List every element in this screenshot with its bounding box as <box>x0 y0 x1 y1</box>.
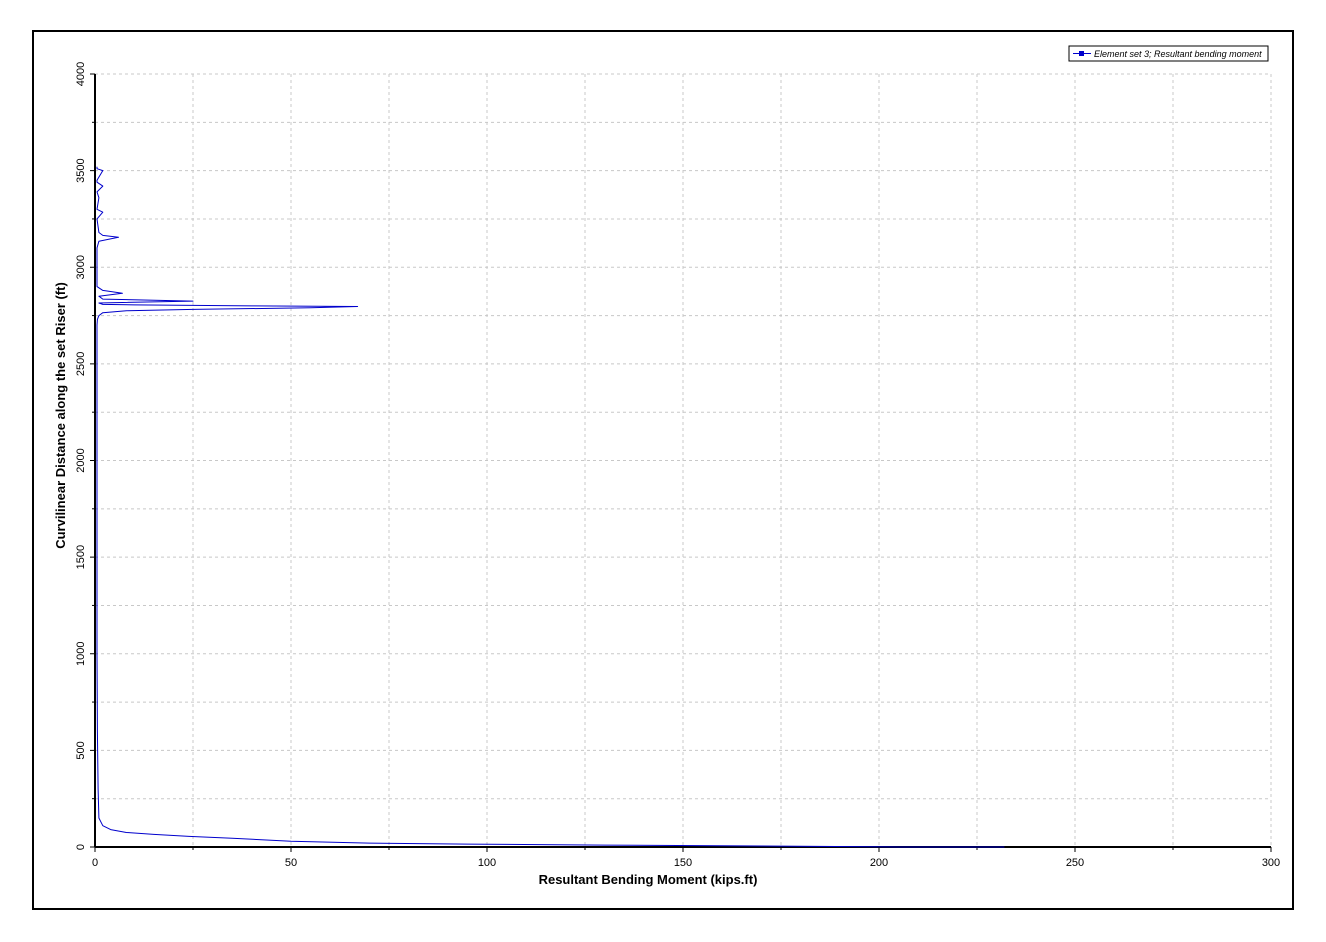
x-tick-label: 50 <box>285 857 297 869</box>
series-line <box>96 166 1005 848</box>
y-tick-label: 2000 <box>75 448 87 472</box>
x-tick-label: 250 <box>1066 857 1084 869</box>
x-tick-label: 300 <box>1262 857 1280 869</box>
y-axis-title: Curvilinear Distance along the set Riser… <box>53 282 68 549</box>
y-tick-label: 4000 <box>75 62 87 86</box>
x-tick-label: 0 <box>92 857 98 869</box>
chart-frame: 0 50 100 150 200 250 300 0 500 1000 1500 2000 2500 30… <box>32 30 1294 910</box>
y-tick-label: 2500 <box>75 352 87 376</box>
legend-label: Element set 3; Resultant bending moment <box>1094 49 1262 59</box>
y-tick-label: 3000 <box>75 255 87 279</box>
legend-marker <box>1079 51 1084 56</box>
chart-svg: 0 50 100 150 200 250 3000500100015002000250030… <box>53 45 1280 887</box>
y-tick-label: 1500 <box>75 545 87 569</box>
y-tick-label: 0 <box>75 844 87 850</box>
x-tick-label: 200 <box>870 857 888 869</box>
x-axis-title: Resultant Bending Moment (kips.ft) <box>539 872 758 887</box>
grid <box>95 73 1272 847</box>
axes: 0 50 100 150 200 250 3000500100015002000250030… <box>75 62 1280 869</box>
x-tick-label: 150 <box>674 857 692 869</box>
y-tick-label: 500 <box>75 741 87 759</box>
legend: Element set 3; Resultant bending moment <box>1068 45 1269 62</box>
y-tick-label: 1000 <box>75 642 87 666</box>
series-layer <box>96 166 1005 848</box>
y-tick-label: 3500 <box>75 158 87 182</box>
x-tick-label: 100 <box>478 857 496 869</box>
